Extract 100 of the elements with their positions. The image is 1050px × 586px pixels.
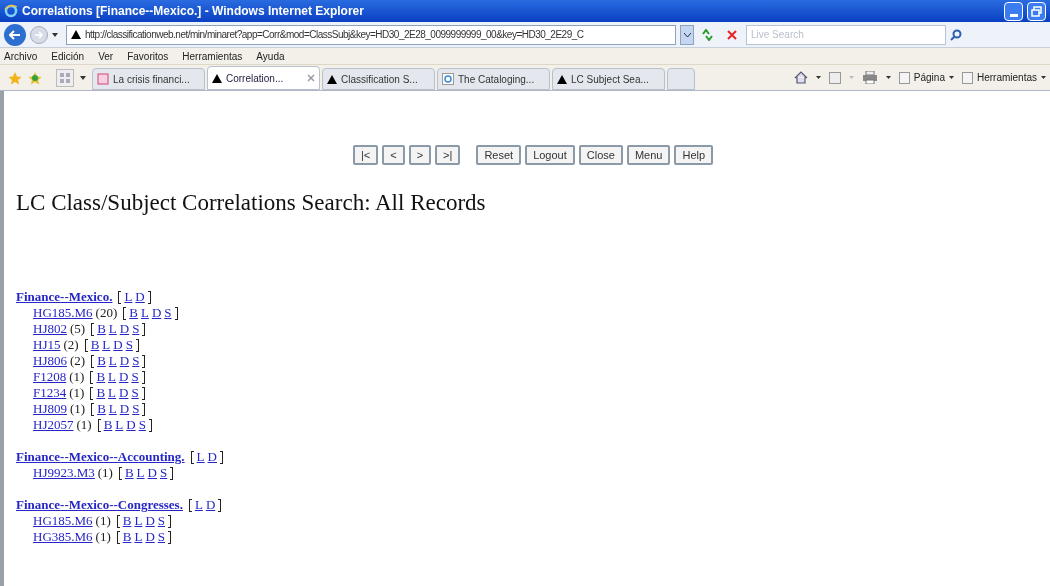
menu-item[interactable]: Favoritos xyxy=(127,48,169,64)
letter-link[interactable]: L xyxy=(108,401,117,417)
letter-link[interactable]: D xyxy=(205,497,216,513)
letter-link[interactable]: D xyxy=(119,401,130,417)
restore-button[interactable] xyxy=(1027,1,1046,21)
letter-link[interactable]: L xyxy=(102,337,111,353)
printer-icon[interactable] xyxy=(861,71,878,84)
letter-link[interactable]: L xyxy=(108,353,117,369)
menu-item[interactable]: Archivo xyxy=(4,48,38,64)
class-number-link[interactable]: HG185.M6 xyxy=(33,305,93,321)
toolbar-menu-button[interactable]: Herramientas xyxy=(961,70,1046,85)
letter-link[interactable]: D xyxy=(119,353,130,369)
class-number-link[interactable]: HJ806 xyxy=(33,353,67,369)
search-field[interactable]: Live Search xyxy=(746,24,946,45)
letter-link[interactable]: D xyxy=(119,321,130,337)
letter-link[interactable]: D xyxy=(145,529,155,545)
close-icon[interactable] xyxy=(307,74,315,82)
letter-link[interactable]: D xyxy=(151,305,162,321)
quick-tabs-button[interactable] xyxy=(56,68,74,87)
letter-link[interactable]: B xyxy=(96,385,106,401)
class-number-link[interactable]: HJ2057 xyxy=(33,417,74,433)
letter-link[interactable]: B xyxy=(97,321,106,337)
letter-link[interactable]: S xyxy=(157,513,165,529)
dropdown-icon[interactable] xyxy=(52,32,58,37)
subject-link[interactable]: Finance--Mexico--Accounting. xyxy=(16,449,185,465)
toolbar-menu-button[interactable]: Página xyxy=(898,70,954,85)
letter-link[interactable]: S xyxy=(125,337,133,353)
menu-item[interactable]: Herramientas xyxy=(182,48,243,64)
address-field[interactable]: http://classificationweb.net/min/minaret?app=Corr&mod=ClassSubj&key=HD30_2E28_0099999999_00&key=HD30_2E29_C xyxy=(66,24,676,45)
browser-tab[interactable]: Correlation... xyxy=(207,66,320,90)
class-number-link[interactable]: HJ15 xyxy=(33,337,61,353)
class-number-link[interactable]: F1234 xyxy=(33,385,67,401)
home-icon[interactable] xyxy=(793,71,808,84)
menu-item[interactable]: Ver xyxy=(98,48,114,64)
dropdown-icon[interactable] xyxy=(80,75,86,80)
subject-link[interactable]: Finance--Mexico. xyxy=(16,289,113,305)
letter-link[interactable]: B xyxy=(96,369,106,385)
letter-link[interactable]: L xyxy=(108,321,117,337)
back-button[interactable] xyxy=(4,23,26,46)
page-nav-button[interactable]: > xyxy=(408,145,432,165)
letter-link[interactable]: L xyxy=(194,497,203,513)
letter-link[interactable]: B xyxy=(124,465,134,481)
letter-link[interactable]: L xyxy=(108,369,117,385)
letter-link[interactable]: D xyxy=(145,513,155,529)
letter-link[interactable]: S xyxy=(132,401,140,417)
letter-link[interactable]: S xyxy=(164,305,172,321)
letter-link[interactable]: L xyxy=(108,385,117,401)
browser-tab[interactable]: LC Subject Sea... xyxy=(552,68,665,90)
letter-link[interactable]: B xyxy=(122,529,132,545)
letter-link[interactable]: L xyxy=(136,465,145,481)
menu-item[interactable]: Ayuda xyxy=(256,48,285,64)
letter-link[interactable]: S xyxy=(159,465,168,481)
page-action-button[interactable]: Logout xyxy=(525,145,575,165)
page-nav-button[interactable]: >| xyxy=(435,145,461,165)
class-number-link[interactable]: HG185.M6 xyxy=(33,513,93,529)
letter-link[interactable]: B xyxy=(97,401,106,417)
letter-link[interactable]: S xyxy=(157,529,165,545)
letter-link[interactable]: S xyxy=(131,369,139,385)
letter-link[interactable]: B xyxy=(97,353,106,369)
letter-link[interactable]: B xyxy=(122,513,132,529)
letter-link[interactable]: D xyxy=(147,465,157,481)
star-icon[interactable] xyxy=(8,70,22,85)
class-number-link[interactable]: HJ9923.M3 xyxy=(33,465,95,481)
letter-link[interactable]: L xyxy=(134,529,143,545)
browser-tab[interactable]: Classification S... xyxy=(322,68,435,90)
letter-link[interactable]: D xyxy=(119,385,129,401)
letter-link[interactable]: D xyxy=(126,417,136,433)
letter-link[interactable]: B xyxy=(103,417,113,433)
address-dropdown-button[interactable] xyxy=(680,24,694,45)
letter-link[interactable]: L xyxy=(134,513,143,529)
browser-tab[interactable]: The Cataloging... xyxy=(437,68,550,90)
letter-link[interactable]: L xyxy=(124,289,133,305)
page-action-button[interactable]: Close xyxy=(578,145,623,165)
class-number-link[interactable]: HJ802 xyxy=(33,321,67,337)
browser-tab[interactable]: La crisis financi... xyxy=(92,68,205,90)
letter-link[interactable]: D xyxy=(113,337,123,353)
dropdown-icon[interactable] xyxy=(885,76,891,79)
letter-link[interactable]: B xyxy=(129,305,138,321)
letter-link[interactable]: L xyxy=(115,417,124,433)
class-number-link[interactable]: F1208 xyxy=(33,369,67,385)
letter-link[interactable]: S xyxy=(132,353,140,369)
letter-link[interactable]: S xyxy=(132,321,140,337)
add-favorite-icon[interactable] xyxy=(28,70,42,85)
letter-link[interactable]: S xyxy=(131,385,139,401)
minimize-button[interactable] xyxy=(1004,1,1023,21)
letter-link[interactable]: D xyxy=(119,369,129,385)
letter-link[interactable]: D xyxy=(207,449,217,465)
dropdown-icon[interactable] xyxy=(815,76,821,79)
letter-link[interactable]: L xyxy=(196,449,205,465)
page-action-button[interactable]: Help xyxy=(674,145,714,165)
letter-link[interactable]: D xyxy=(135,289,145,305)
letter-link[interactable]: L xyxy=(140,305,149,321)
letter-link[interactable]: S xyxy=(138,417,146,433)
class-number-link[interactable]: HG385.M6 xyxy=(33,529,93,545)
page-action-button[interactable]: Reset xyxy=(476,145,522,165)
page-nav-button[interactable]: |< xyxy=(352,145,379,165)
subject-link[interactable]: Finance--Mexico--Congresses. xyxy=(16,497,183,513)
menu-item[interactable]: Edición xyxy=(51,48,85,64)
page-action-button[interactable]: Menu xyxy=(626,145,671,165)
class-number-link[interactable]: HJ809 xyxy=(33,401,67,417)
